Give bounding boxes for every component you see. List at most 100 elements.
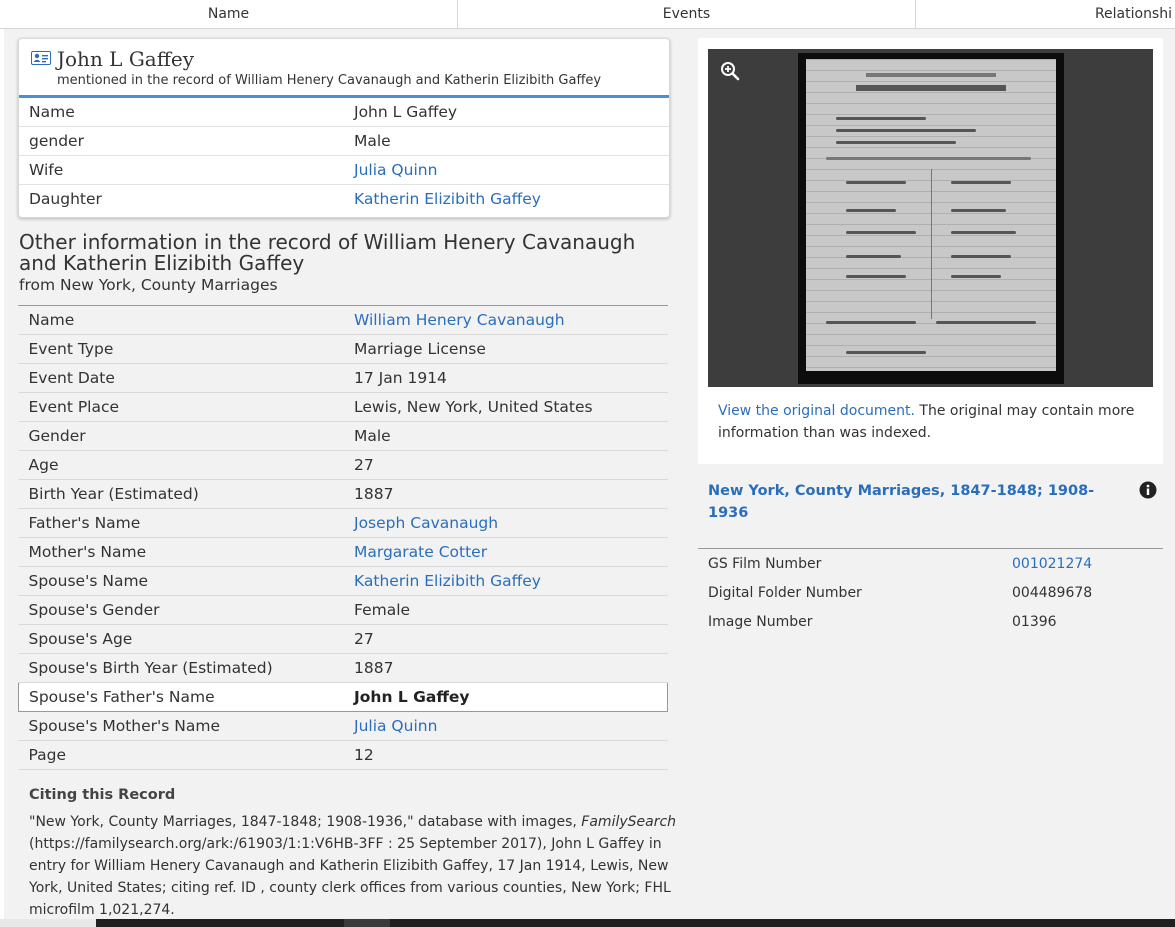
tab-relationships[interactable]: Relationshi xyxy=(916,0,1172,28)
record-field-value: Joseph Cavanaugh xyxy=(344,508,668,538)
tab-bar: Name Events Relationshi xyxy=(0,0,1175,29)
film-info-table: GS Film Number 001021274 Digital Folder Nu… xyxy=(698,548,1163,636)
person-fact-value: John L Gaffey xyxy=(354,103,458,121)
record-field-row-mother-s-name: Mother's Name Margarate Cotter xyxy=(18,537,668,567)
record-field-row-spouse-s-birth-year-estimated: Spouse's Birth Year (Estimated) 1887 xyxy=(18,653,668,683)
other-info-source: from New York, County Marriages xyxy=(19,276,278,294)
record-field-value-link[interactable]: William Henery Cavanaugh xyxy=(354,311,565,329)
record-field-row-spouse-s-gender: Spouse's Gender Female xyxy=(18,595,668,625)
record-field-value: William Henery Cavanaugh xyxy=(344,306,668,335)
person-fact-row-wife: Wife Julia Quinn xyxy=(19,155,669,185)
record-field-value: Margarate Cotter xyxy=(344,537,668,567)
person-fact-value: Julia Quinn xyxy=(344,155,669,185)
person-fact-value-link[interactable]: Julia Quinn xyxy=(354,161,437,179)
record-field-label: Spouse's Name xyxy=(18,566,344,596)
record-field-row-birth-year-estimated: Birth Year (Estimated) 1887 xyxy=(18,479,668,509)
film-field-label: Digital Folder Number xyxy=(708,584,862,601)
record-field-value: Male xyxy=(344,421,668,451)
record-field-label: Father's Name xyxy=(18,508,344,538)
film-field-row-gs-film-number: GS Film Number 001021274 xyxy=(698,549,1163,578)
record-field-label: Spouse's Mother's Name xyxy=(18,711,344,741)
record-field-label: Page xyxy=(18,740,344,770)
film-field-label: GS Film Number xyxy=(708,555,822,572)
person-name: John L Gaffey xyxy=(57,47,195,71)
document-thumbnail[interactable] xyxy=(798,53,1064,384)
original-document-note: View the original document. The original… xyxy=(718,403,1135,441)
film-field-row-digital-folder-number: Digital Folder Number 004489678 xyxy=(698,578,1163,607)
record-field-value: 27 xyxy=(344,624,668,654)
record-field-value: Marriage License xyxy=(344,334,668,364)
record-field-row-spouse-s-father-s-name: Spouse's Father's Name John L Gaffey xyxy=(18,682,668,712)
record-field-value: 1887 xyxy=(344,479,668,509)
person-fact-row-daughter: Daughter Katherin Elizibith Gaffey xyxy=(19,184,669,213)
film-field-label: Image Number xyxy=(708,613,813,630)
record-field-value: 17 Jan 1914 xyxy=(344,363,668,393)
citing-title: Citing this Record xyxy=(29,787,176,803)
record-field-value: 27 xyxy=(344,450,668,480)
film-field-row-image-number: Image Number 01396 xyxy=(698,607,1163,636)
record-field-label: Spouse's Gender xyxy=(18,595,344,625)
person-fact-row-gender: gender Male xyxy=(19,126,669,156)
person-fact-label: gender xyxy=(19,126,344,156)
record-field-row-page: Page 12 xyxy=(18,740,668,770)
record-field-row-father-s-name: Father's Name Joseph Cavanaugh xyxy=(18,508,668,538)
person-facts: Name John L Gaffey gender Male Wife Julia Qui… xyxy=(19,98,669,213)
record-field-row-name: Name William Henery Cavanaugh xyxy=(18,306,668,335)
record-field-row-event-type: Event Type Marriage License xyxy=(18,334,668,364)
record-field-label: Event Type xyxy=(18,334,344,364)
person-fact-value-link[interactable]: Katherin Elizibith Gaffey xyxy=(354,190,541,208)
record-field-value-link[interactable]: Joseph Cavanaugh xyxy=(354,514,498,532)
collection-title-link[interactable]: New York, County Marriages, 1847-1848; 1… xyxy=(708,480,1108,524)
person-card: John L Gaffey mentioned in the record of… xyxy=(18,38,670,218)
record-field-value-link[interactable]: Margarate Cotter xyxy=(354,543,487,561)
record-field-value: Lewis, New York, United States xyxy=(344,392,668,422)
document-paper xyxy=(806,59,1056,371)
record-field-value: 1887 xyxy=(344,653,668,683)
person-card-header: John L Gaffey mentioned in the record of… xyxy=(19,39,669,98)
record-field-value-link[interactable]: Julia Quinn xyxy=(354,717,437,735)
bottom-bar xyxy=(0,919,1175,927)
record-field-row-spouse-s-age: Spouse's Age 27 xyxy=(18,624,668,654)
record-table: Name William Henery Cavanaugh Event Type Ma… xyxy=(18,305,668,770)
record-field-label: Spouse's Age xyxy=(18,624,344,654)
record-field-label: Name xyxy=(18,306,344,335)
tab-name[interactable]: Name xyxy=(0,0,458,28)
record-field-row-age: Age 27 xyxy=(18,450,668,480)
citation-site: FamilySearch xyxy=(581,814,677,830)
record-field-label: Spouse's Birth Year (Estimated) xyxy=(18,653,344,683)
record-field-label: Birth Year (Estimated) xyxy=(18,479,344,509)
record-field-value: Female xyxy=(344,595,668,625)
view-original-link[interactable]: View the original document. xyxy=(718,403,915,419)
citation-text: "New York, County Marriages, 1847-1848; … xyxy=(29,814,677,918)
record-field-row-event-place: Event Place Lewis, New York, United State… xyxy=(18,392,668,422)
record-field-label: Mother's Name xyxy=(18,537,344,567)
zoom-in-icon[interactable] xyxy=(720,61,740,81)
record-field-value: Katherin Elizibith Gaffey xyxy=(344,566,668,596)
record-field-value-link[interactable]: Katherin Elizibith Gaffey xyxy=(354,572,541,590)
film-field-value: 004489678 xyxy=(1012,584,1093,601)
person-fact-value: Katherin Elizibith Gaffey xyxy=(344,184,669,213)
person-fact-row-name: Name John L Gaffey xyxy=(19,98,669,127)
record-field-label: Event Place xyxy=(18,392,344,422)
document-image-panel: View the original document. The original… xyxy=(698,38,1163,464)
tab-events[interactable]: Events xyxy=(458,0,916,28)
person-fact-label: Name xyxy=(29,103,75,121)
record-field-value: Julia Quinn xyxy=(344,711,668,741)
film-field-value-link[interactable]: 001021274 xyxy=(1012,556,1092,572)
record-field-row-spouse-s-mother-s-name: Spouse's Mother's Name Julia Quinn xyxy=(18,711,668,741)
record-field-label: Gender xyxy=(18,421,344,451)
person-fact-label: Daughter xyxy=(19,184,344,213)
info-icon[interactable] xyxy=(1139,481,1157,499)
person-fact-label: Wife xyxy=(19,155,344,185)
record-field-value: 12 xyxy=(344,740,668,770)
record-field-label: Spouse's Father's Name xyxy=(18,682,344,712)
person-subtitle: mentioned in the record of William Hener… xyxy=(57,73,602,88)
record-field-row-gender: Gender Male xyxy=(18,421,668,451)
film-field-value: 01396 xyxy=(1012,613,1057,630)
left-edge xyxy=(0,29,4,919)
record-field-row-spouse-s-name: Spouse's Name Katherin Elizibith Gaffey xyxy=(18,566,668,596)
record-field-label: Event Date xyxy=(18,363,344,393)
person-card-icon xyxy=(31,51,51,65)
record-field-label: Age xyxy=(18,450,344,480)
document-image-viewer[interactable] xyxy=(708,49,1153,387)
